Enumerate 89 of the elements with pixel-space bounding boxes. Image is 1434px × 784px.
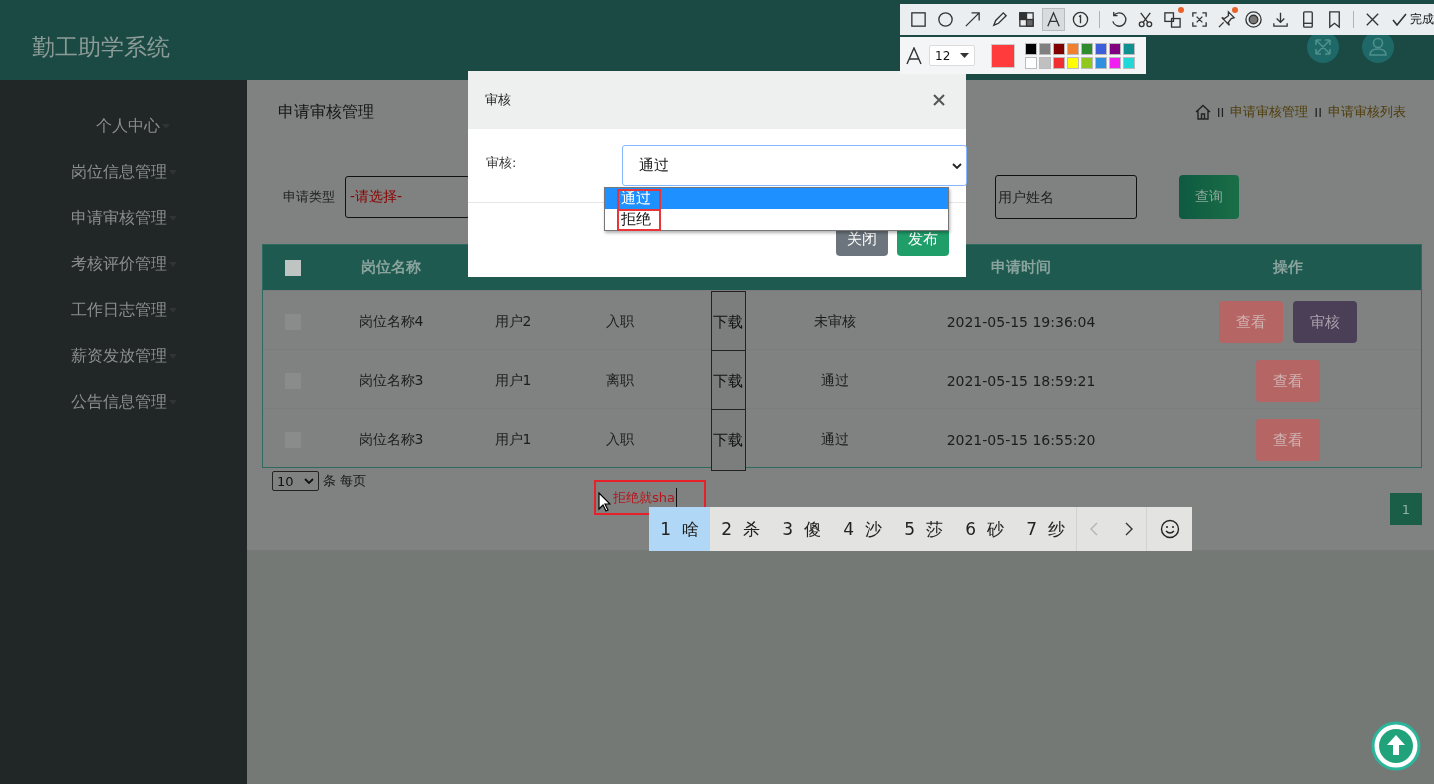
- sidebar-item[interactable]: 个人中心: [77, 112, 170, 140]
- color-swatch[interactable]: [1081, 42, 1093, 55]
- table-cell-text: 入职: [605, 313, 635, 331]
- table-cell-text: 入职: [605, 431, 635, 449]
- mouse-cursor-icon: [598, 492, 611, 512]
- sidebar-item[interactable]: 工作日志管理: [70, 296, 177, 324]
- color-swatch[interactable]: [1039, 56, 1051, 69]
- breadcrumb-separator: II: [1216, 104, 1225, 120]
- close-icon[interactable]: [933, 94, 945, 106]
- check-icon: [1392, 13, 1407, 26]
- table-cell-text: 2021-05-15 16:55:20: [945, 432, 1097, 448]
- color-swatch[interactable]: [1109, 56, 1121, 69]
- current-color-swatch[interactable]: [991, 43, 1015, 68]
- breadcrumb-link[interactable]: 申请审核管理: [1230, 103, 1309, 121]
- breadcrumb-link[interactable]: 申请审核列表: [1328, 103, 1406, 121]
- color-swatch[interactable]: [1095, 42, 1107, 55]
- column-header: 岗位名称: [360, 258, 422, 277]
- color-swatch[interactable]: [1081, 56, 1093, 69]
- font-icon: [906, 46, 922, 65]
- done-button[interactable]: 完成: [1388, 11, 1434, 28]
- download-button[interactable]: 下载: [710, 350, 746, 412]
- translate-icon[interactable]: [1161, 8, 1184, 31]
- record-icon[interactable]: [1242, 8, 1265, 31]
- chevron-down-icon: [952, 162, 962, 169]
- table-cell-text: 用户1: [493, 372, 533, 390]
- ime-candidate[interactable]: 2 杀: [710, 507, 771, 551]
- chevron-down-icon: [304, 478, 314, 484]
- table-cell-text: 通过: [820, 372, 850, 390]
- table-cell-text: 用户1: [493, 431, 533, 449]
- color-swatch[interactable]: [1123, 56, 1135, 69]
- sidebar-item[interactable]: 考核评价管理: [70, 250, 177, 278]
- table-cell-text: 通过: [820, 431, 850, 449]
- next-icon[interactable]: [1124, 522, 1133, 536]
- color-swatch[interactable]: [1025, 56, 1037, 69]
- color-swatch[interactable]: [1095, 56, 1107, 69]
- table-cell-text: 用户2: [493, 313, 533, 331]
- ime-candidate[interactable]: 1 啥: [649, 507, 710, 551]
- color-swatch[interactable]: [1053, 56, 1065, 69]
- sidebar-item[interactable]: 公告信息管理: [70, 388, 177, 416]
- sidebar-item[interactable]: 申请审核管理: [70, 204, 177, 232]
- color-swatch[interactable]: [1067, 56, 1079, 69]
- table-cell-text: 岗位名称3: [357, 431, 425, 449]
- sidebar-item[interactable]: 岗位信息管理: [70, 158, 177, 186]
- back-to-top-icon[interactable]: [1371, 721, 1421, 771]
- breadcrumb-separator: II: [1314, 104, 1322, 120]
- table-cell-text: 离职: [605, 372, 635, 390]
- page-button[interactable]: 1: [1390, 493, 1422, 525]
- home-icon[interactable]: [1194, 104, 1211, 120]
- select-all-checkbox[interactable]: [285, 259, 301, 276]
- font-size-select[interactable]: 12: [929, 45, 975, 66]
- ime-candidate[interactable]: 3 傻: [771, 507, 832, 551]
- color-swatch[interactable]: [1053, 42, 1065, 55]
- download-button[interactable]: 下载: [710, 291, 746, 353]
- column-header: 申请时间: [990, 258, 1052, 277]
- filter-label: 申请类型: [283, 188, 336, 206]
- ime-candidate[interactable]: 4 沙: [832, 507, 893, 551]
- color-swatch[interactable]: [1039, 42, 1051, 55]
- download-button[interactable]: 下载: [710, 409, 746, 471]
- table-cell-text: 岗位名称4: [357, 313, 425, 331]
- ime-candidate[interactable]: 5 莎: [893, 507, 954, 551]
- table-cell-text: 未审核: [813, 313, 857, 331]
- page-size-select[interactable]: 10: [272, 471, 319, 491]
- ime-candidate[interactable]: 6 砂: [954, 507, 1015, 551]
- search-button[interactable]: 查询: [1179, 175, 1239, 219]
- dropdown-option[interactable]: 通过: [605, 188, 948, 209]
- annotation-rectangle: [617, 209, 661, 231]
- app-title: 勤工助学系统: [32, 32, 170, 62]
- caret-icon: [960, 53, 969, 58]
- name-field[interactable]: 用户姓名: [995, 175, 1137, 219]
- page-size-label: 条 每页: [323, 472, 367, 490]
- review-button[interactable]: 审核: [1293, 301, 1357, 343]
- page-title: 申请审核管理: [278, 101, 374, 123]
- table-cell-text: 岗位名称3: [357, 372, 425, 390]
- table-cell-text: 2021-05-15 19:36:04: [945, 314, 1097, 330]
- table-cell-text: 2021-05-15 18:59:21: [945, 373, 1097, 389]
- sidebar-item[interactable]: 薪资发放管理: [70, 342, 177, 370]
- dialog-title: 审核: [485, 91, 511, 109]
- color-swatch[interactable]: [1067, 42, 1079, 55]
- color-swatch[interactable]: [1025, 42, 1037, 55]
- color-swatch[interactable]: [1109, 42, 1121, 55]
- color-swatch[interactable]: [1123, 42, 1135, 55]
- annotation-rectangle: [617, 189, 661, 211]
- annotation-text: 拒绝就sha: [613, 488, 675, 507]
- column-header: 操作: [1272, 258, 1304, 277]
- field-label: 审核:: [486, 154, 518, 172]
- smiley-icon[interactable]: [1159, 519, 1180, 539]
- ime-candidate[interactable]: 7 纱: [1015, 507, 1076, 551]
- text-icon[interactable]: [1042, 8, 1065, 31]
- review-select[interactable]: 通过: [622, 145, 967, 186]
